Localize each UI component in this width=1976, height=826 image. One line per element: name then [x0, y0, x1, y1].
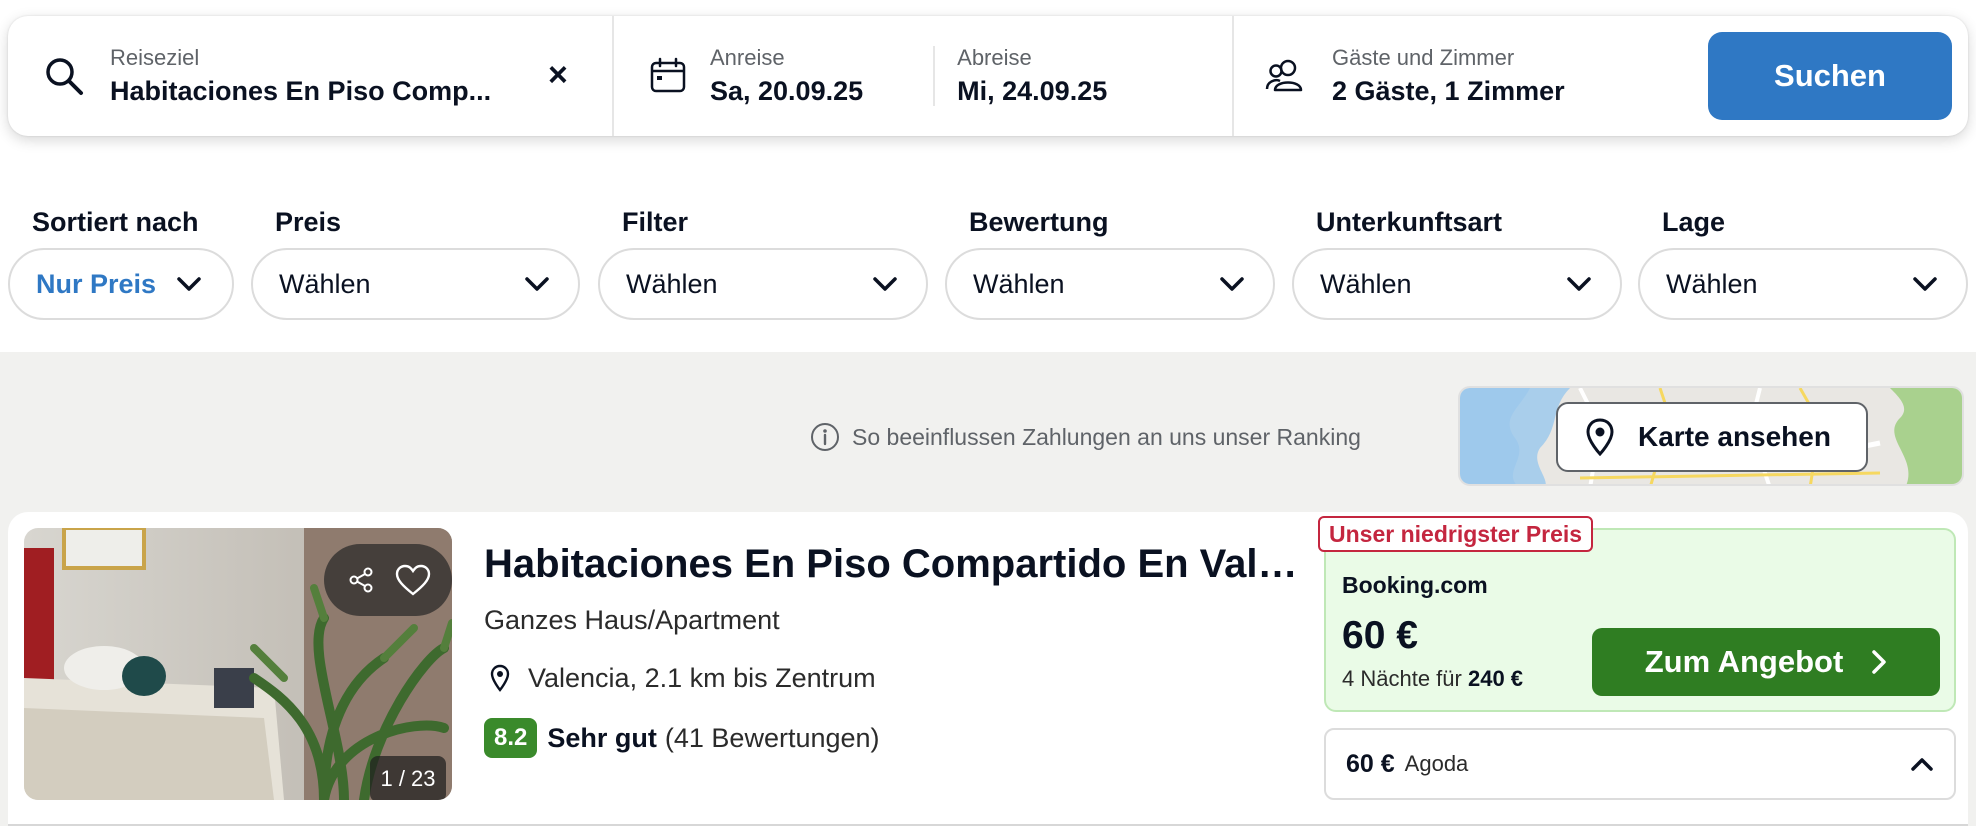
chevron-down-icon	[873, 277, 897, 291]
property-title[interactable]: Habitaciones En Piso Compartido En Vale.…	[484, 532, 1304, 596]
view-deal-button[interactable]: Zum Angebot	[1592, 628, 1940, 696]
deal-total: 4 Nächte für 240 €	[1342, 666, 1523, 692]
property-type: Ganzes Haus/Apartment	[484, 605, 780, 635]
location-dropdown[interactable]: Wählen	[1638, 248, 1968, 320]
filter-value: Wählen	[626, 268, 718, 299]
clear-destination-button[interactable]: ×	[548, 56, 568, 95]
destination-value[interactable]: Habitaciones En Piso Comp...	[110, 73, 530, 109]
filter-rating-label: Bewertung	[969, 207, 1109, 237]
map-pin-icon	[1586, 418, 1614, 456]
filter-price: Preis Wählen	[251, 200, 580, 320]
view-map-button[interactable]: Karte ansehen	[1556, 402, 1868, 472]
filter-location: Lage Wählen	[1638, 200, 1968, 320]
deal-provider: Booking.com	[1342, 572, 1488, 598]
location-pin-icon	[490, 664, 510, 692]
total-price: 240 €	[1467, 666, 1524, 691]
filter-dropdown[interactable]: Wählen	[598, 248, 928, 320]
lowest-price-badge: Unser niedrigster Preis	[1318, 516, 1594, 552]
rating-dropdown[interactable]: Wählen	[945, 248, 1275, 320]
location-text: Valencia, 2.1 km bis Zentrum	[528, 663, 876, 693]
sort-dropdown[interactable]: Nur Preis	[8, 248, 234, 320]
search-icon	[40, 52, 88, 100]
filter-bar: Sortiert nach Nur Preis Preis Wählen Fil…	[8, 200, 1968, 320]
property-photo[interactable]: 1 / 23	[24, 528, 452, 800]
alt-deal-price: 60 €	[1346, 749, 1395, 778]
guests-value[interactable]: 2 Gäste, 1 Zimmer	[1332, 73, 1565, 109]
destination-field[interactable]: Reiseziel Habitaciones En Piso Comp... ×	[8, 16, 614, 136]
review-count: (41 Bewertungen)	[664, 722, 880, 753]
chevron-down-icon	[1220, 277, 1244, 291]
heart-icon[interactable]	[395, 564, 431, 596]
guests-label: Gäste und Zimmer	[1332, 45, 1515, 70]
ranking-info-text: So beeinflussen Zahlungen an uns unser R…	[852, 423, 1361, 450]
property-rating[interactable]: 8.2 Sehr gut (41 Bewertungen)	[484, 718, 880, 758]
filter-sort: Sortiert nach Nur Preis	[8, 200, 234, 320]
view-deal-label: Zum Angebot	[1644, 644, 1844, 679]
deal-price: 60 €	[1342, 614, 1418, 657]
photo-counter: 1 / 23	[370, 756, 446, 800]
checkin-label: Anreise	[710, 45, 785, 70]
filter-property-type: Unterkunftsart Wählen	[1292, 200, 1622, 320]
calendar-icon	[644, 52, 692, 100]
search-button[interactable]: Suchen	[1708, 32, 1952, 120]
property-type-dropdown[interactable]: Wählen	[1292, 248, 1622, 320]
chevron-down-icon	[525, 277, 549, 291]
filter-price-label: Preis	[275, 207, 342, 237]
location-value: Wählen	[1666, 268, 1758, 299]
chevron-down-icon	[1913, 277, 1937, 291]
chevron-down-icon	[1567, 277, 1591, 291]
date-divider	[933, 46, 936, 106]
chevron-down-icon	[177, 277, 201, 291]
price-value: Wählen	[279, 268, 371, 299]
sort-value: Nur Preis	[36, 268, 157, 299]
filter-property-type-label: Unterkunftsart	[1316, 207, 1503, 237]
filter-rating: Bewertung Wählen	[945, 200, 1275, 320]
photo-actions	[324, 544, 452, 616]
chevron-right-icon	[1872, 650, 1887, 674]
view-map-label: Karte ansehen	[1638, 421, 1831, 452]
info-icon	[811, 423, 839, 451]
chevron-up-icon[interactable]	[1910, 756, 1934, 772]
date-field[interactable]: Anreise Sa, 20.09.25 Abreise Mi, 24.09.2…	[614, 16, 1234, 136]
property-type-value: Wählen	[1320, 268, 1412, 299]
filter-filter: Filter Wählen	[598, 200, 928, 320]
alternative-deal-row[interactable]: 60 € Agoda	[1324, 728, 1956, 800]
checkout-label: Abreise	[957, 45, 1032, 70]
checkout-value[interactable]: Mi, 24.09.25	[957, 73, 1107, 109]
filter-sort-label: Sortiert nach	[32, 207, 199, 237]
guests-icon	[1262, 52, 1310, 100]
search-bar: Reiseziel Habitaciones En Piso Comp... ×…	[8, 16, 1968, 136]
price-dropdown[interactable]: Wählen	[251, 248, 580, 320]
rating-score-badge: 8.2	[484, 718, 538, 758]
filter-location-label: Lage	[1662, 207, 1726, 237]
destination-label: Reiseziel	[110, 45, 200, 70]
alt-deal-provider: Agoda	[1404, 751, 1469, 776]
rating-label: Sehr gut	[547, 722, 657, 753]
result-card[interactable]: 1 / 23 Habitaciones En Piso Compartido E…	[8, 512, 1968, 826]
nights-text: 4 Nächte für	[1342, 666, 1462, 691]
share-icon[interactable]	[346, 565, 376, 595]
ranking-info-link[interactable]: So beeinflussen Zahlungen an uns unser R…	[810, 420, 1361, 454]
property-location[interactable]: Valencia, 2.1 km bis Zentrum	[484, 658, 876, 698]
filter-filter-label: Filter	[622, 207, 689, 237]
rating-value: Wählen	[973, 268, 1065, 299]
checkin-value[interactable]: Sa, 20.09.25	[710, 73, 863, 109]
